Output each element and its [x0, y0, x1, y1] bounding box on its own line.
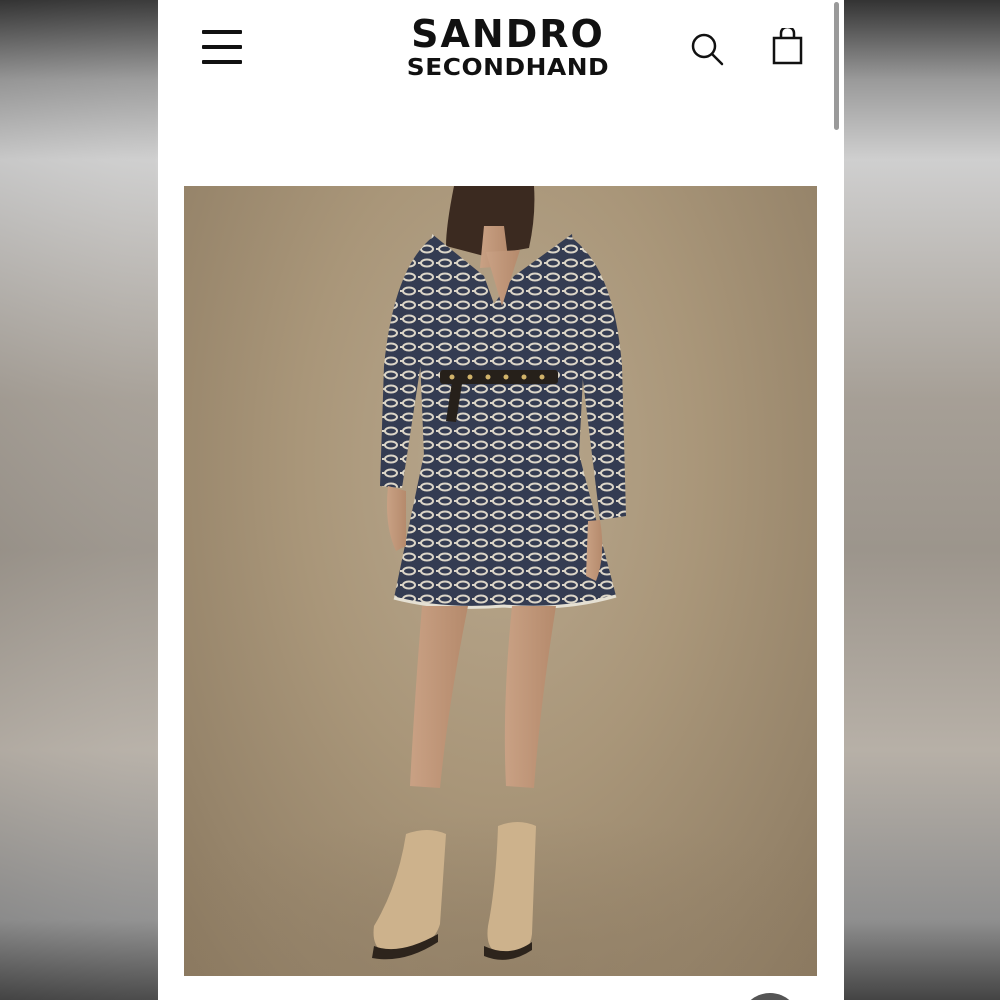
- blurred-background-left: [0, 0, 158, 1000]
- scrollbar[interactable]: [834, 2, 839, 130]
- search-icon[interactable]: [688, 30, 726, 68]
- brand-logo[interactable]: SANDRO SECONDHAND: [378, 14, 638, 82]
- product-photo[interactable]: [184, 186, 817, 976]
- blurred-background-right: [844, 0, 1000, 1000]
- mobile-page: SANDRO SECONDHAND: [158, 0, 844, 1000]
- brand-logo-line2: SECONDHAND: [406, 55, 610, 81]
- hamburger-menu-icon[interactable]: [202, 28, 244, 68]
- floating-action-button[interactable]: [740, 993, 800, 1000]
- brand-logo-line1: SANDRO: [411, 12, 605, 56]
- shopping-bag-icon[interactable]: [770, 25, 806, 68]
